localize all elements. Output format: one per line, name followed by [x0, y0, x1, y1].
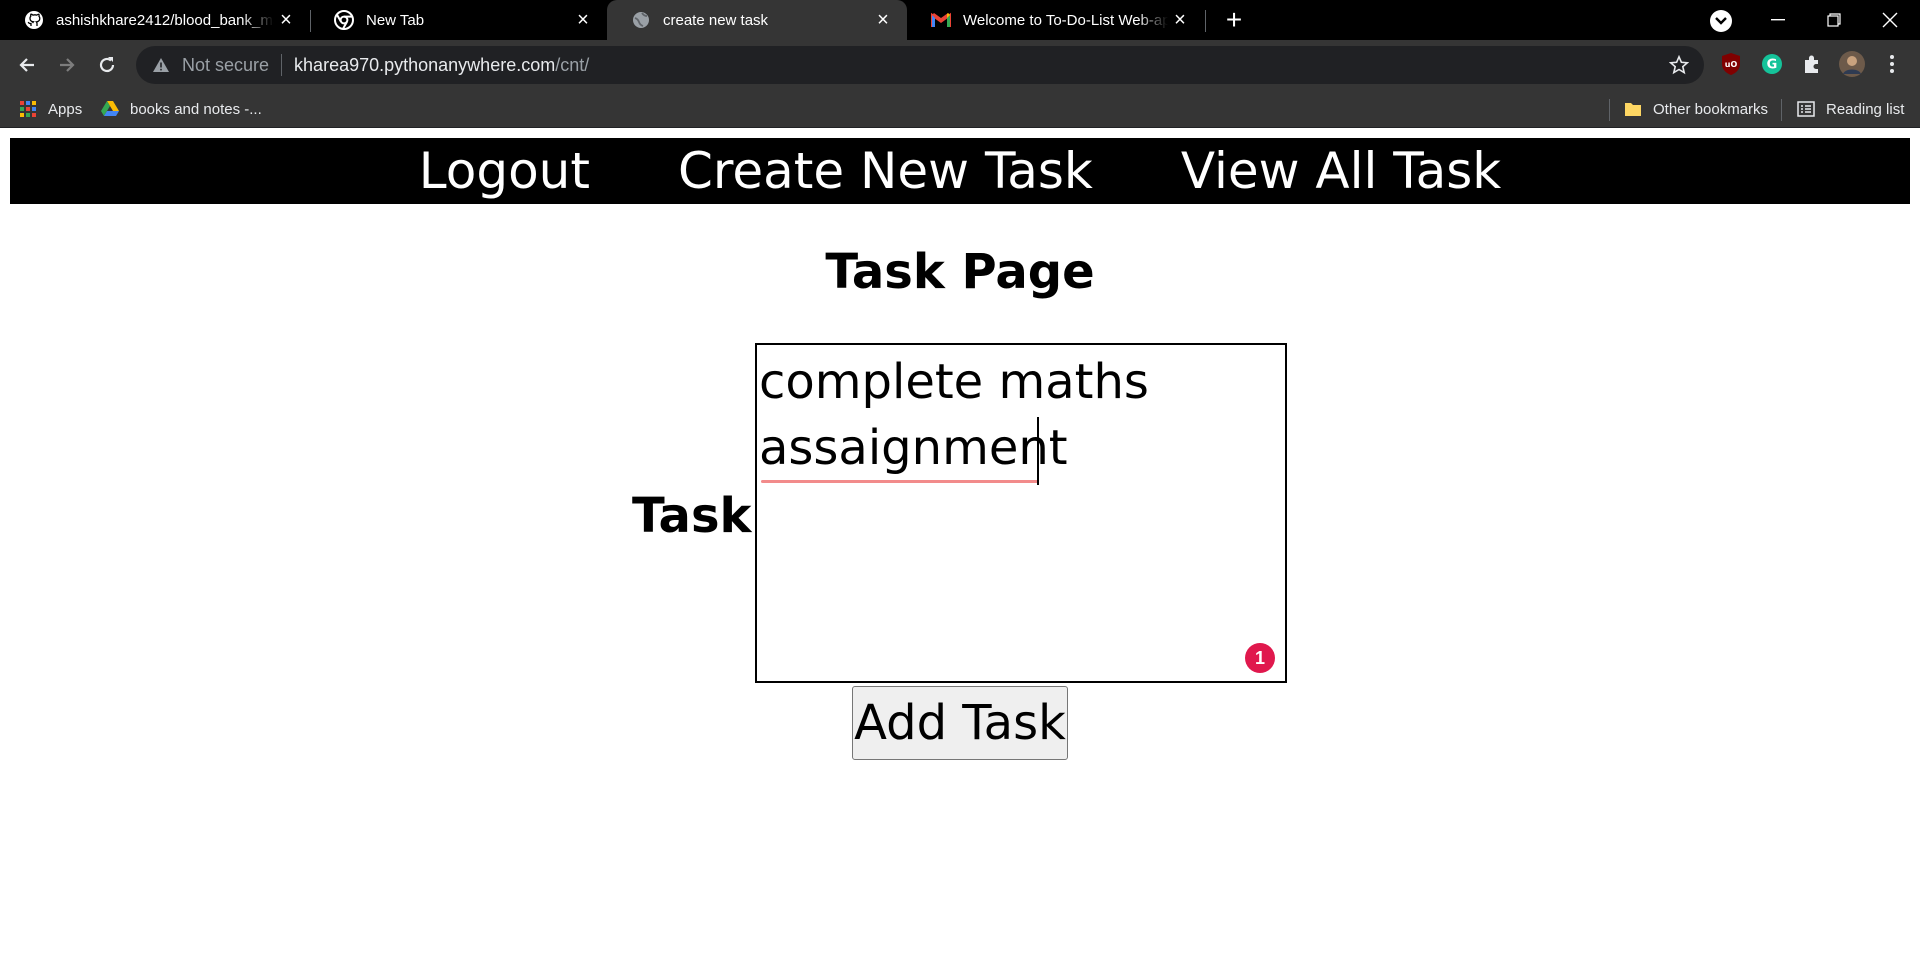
tab-create-new-task[interactable]: create new task × [607, 0, 907, 40]
address-bar[interactable]: Not secure kharea970.pythonanywhere.com /… [136, 46, 1704, 84]
restore-icon[interactable] [1806, 0, 1862, 40]
github-icon [24, 10, 44, 30]
bookmark-label: Apps [48, 100, 83, 118]
tab-strip: ashishkhare2412/blood_bank_ma × New Tab … [0, 0, 1920, 40]
globe-icon [631, 10, 651, 30]
grammarly-badge[interactable]: 1 [1245, 643, 1275, 673]
tab-separator [1205, 10, 1206, 32]
task-label: Task: [632, 488, 771, 544]
ublock-icon[interactable]: uO [1717, 50, 1745, 78]
profile-avatar[interactable] [1838, 50, 1866, 78]
page-title: Task Page [825, 244, 1095, 300]
task-textarea-wrapper: complete maths assaignment 1 [755, 343, 1287, 683]
bookmark-separator [1781, 99, 1782, 121]
folder-icon [1623, 99, 1643, 119]
svg-text:uO: uO [1725, 60, 1738, 69]
address-divider [281, 54, 283, 76]
spellcheck-underline [761, 480, 1039, 483]
apps-grid-icon [18, 99, 38, 119]
bookmark-apps[interactable]: Apps [18, 96, 82, 122]
back-icon[interactable] [10, 48, 44, 82]
reading-list-button[interactable]: Reading list [1796, 96, 1904, 122]
nav-logout-link[interactable]: Logout [419, 138, 590, 204]
close-tab-icon[interactable]: × [1168, 8, 1192, 32]
chrome-icon [334, 10, 354, 30]
bookmark-star-icon[interactable] [1668, 54, 1690, 76]
tab-title: Welcome to To-Do-List Web-app [963, 11, 1168, 29]
bookmark-books-and-notes[interactable]: books and notes -... [100, 96, 262, 122]
tab-gmail[interactable]: Welcome to To-Do-List Web-app × [907, 0, 1204, 40]
warning-icon[interactable] [150, 54, 172, 76]
site-nav: Logout Create New Task View All Task [10, 138, 1910, 204]
bookmark-label: Other bookmarks [1653, 100, 1769, 118]
reading-list-icon [1796, 99, 1816, 119]
tab-search-icon[interactable] [1710, 10, 1732, 32]
bookmark-other-bookmarks[interactable]: Other bookmarks [1623, 96, 1768, 122]
url-path: /cnt/ [555, 54, 590, 75]
tab-new-tab[interactable]: New Tab × [310, 0, 607, 40]
extensions-puzzle-icon[interactable] [1798, 50, 1826, 78]
chrome-menu-icon[interactable] [1878, 50, 1906, 78]
add-task-button[interactable]: Add Task [852, 686, 1068, 760]
close-tab-icon[interactable]: × [274, 8, 298, 32]
tab-title: New Tab [366, 11, 425, 29]
security-label[interactable]: Not secure [182, 55, 269, 76]
page-content: Logout Create New Task View All Task Tas… [0, 128, 1920, 970]
bookmark-label: Reading list [1826, 100, 1905, 118]
gmail-icon [931, 10, 951, 30]
task-textarea[interactable]: complete maths assaignment [757, 345, 1285, 681]
nav-view-all-link[interactable]: View All Task [1181, 138, 1501, 204]
forward-icon[interactable] [50, 48, 84, 82]
google-drive-icon [100, 99, 120, 119]
nav-create-task-link[interactable]: Create New Task [678, 138, 1093, 204]
new-tab-button[interactable]: + [1218, 4, 1250, 36]
tab-title: ashishkhare2412/blood_bank_ma [56, 11, 274, 29]
minimize-icon[interactable] [1750, 0, 1806, 40]
browser-toolbar: Not secure kharea970.pythonanywhere.com /… [0, 40, 1920, 90]
close-tab-icon[interactable]: × [571, 8, 595, 32]
close-tab-icon[interactable]: × [871, 8, 895, 32]
bookmark-separator [1609, 99, 1610, 121]
tab-title: create new task [663, 11, 769, 29]
close-window-icon[interactable] [1862, 0, 1918, 40]
bookmarks-bar: Apps books and notes -... Other bookmark… [0, 90, 1920, 128]
url-host: kharea970.pythonanywhere.com [294, 54, 556, 75]
reload-icon[interactable] [90, 48, 124, 82]
tab-github[interactable]: ashishkhare2412/blood_bank_ma × [0, 0, 310, 40]
bookmark-label: books and notes -... [130, 100, 262, 118]
grammarly-icon[interactable]: G [1758, 50, 1786, 78]
svg-text:G: G [1767, 58, 1778, 73]
text-caret [1037, 417, 1039, 485]
